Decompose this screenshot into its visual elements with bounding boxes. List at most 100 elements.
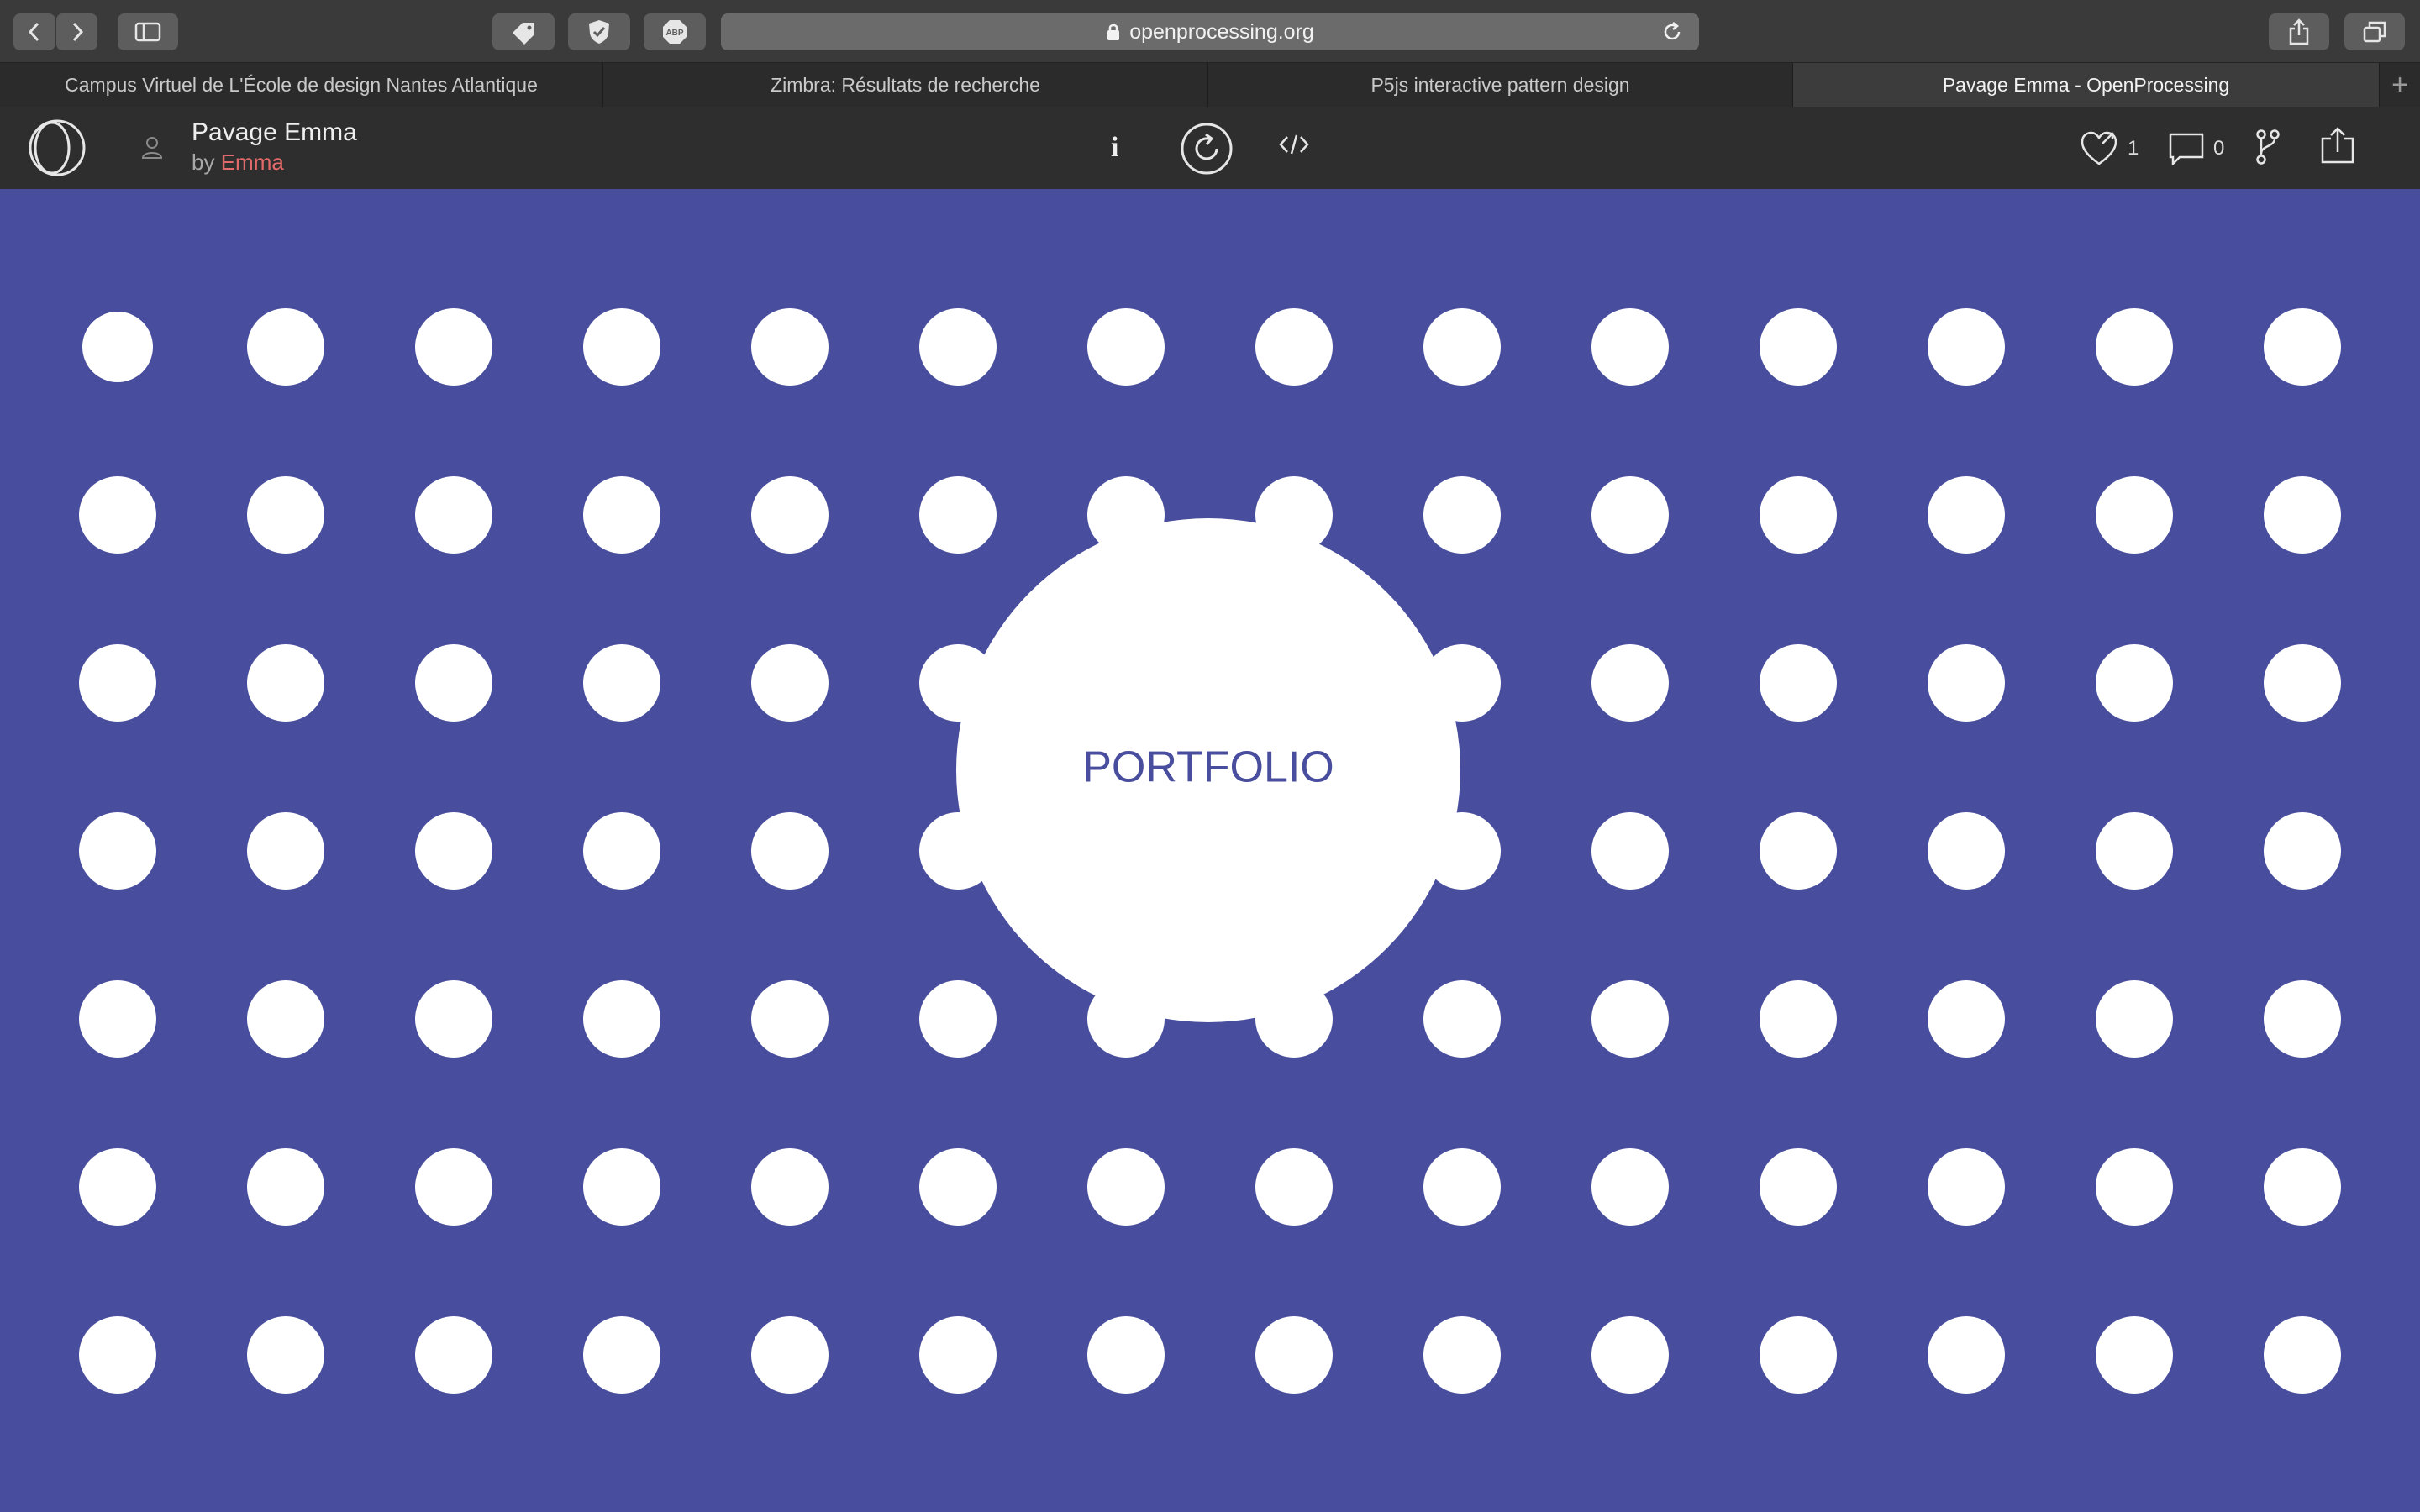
like-button[interactable]: 1 <box>2079 130 2139 167</box>
tab-overview-button[interactable] <box>2344 13 2405 50</box>
pattern-dot <box>79 476 156 554</box>
author-link[interactable]: Emma <box>221 150 284 175</box>
pattern-dot <box>1423 308 1501 386</box>
pattern-dot <box>1591 980 1669 1058</box>
tab-pavage-emma[interactable]: Pavage Emma - OpenProcessing <box>1793 63 2380 107</box>
tab-zimbra[interactable]: Zimbra: Résultats de recherche <box>603 63 1208 107</box>
chevron-left-icon <box>28 22 39 42</box>
comment-count: 0 <box>2213 137 2225 160</box>
tab-p5js-pattern[interactable]: P5js interactive pattern design <box>1208 63 1793 107</box>
pattern-dot <box>1591 812 1669 890</box>
pattern-dot <box>415 1148 492 1226</box>
address-bar[interactable]: openprocessing.org <box>721 13 1699 50</box>
pattern-dot <box>2096 980 2173 1058</box>
pattern-dot <box>1423 1316 1501 1394</box>
restart-icon <box>1181 123 1233 175</box>
pattern-dot <box>1423 980 1501 1058</box>
fork-icon <box>2256 129 2280 165</box>
reload-icon[interactable] <box>1660 20 1684 50</box>
pattern-dot <box>1928 1316 2005 1394</box>
pattern-dot <box>79 1316 156 1394</box>
pattern-dot <box>1760 644 1837 722</box>
pattern-dot <box>247 644 324 722</box>
url-text: openprocessing.org <box>1129 19 1314 44</box>
sidebar-icon <box>134 22 161 42</box>
share-browser-button[interactable] <box>2269 13 2329 50</box>
lock-icon <box>1106 23 1121 41</box>
restart-button[interactable] <box>1180 122 1234 180</box>
svg-text:ABP: ABP <box>666 29 683 38</box>
pattern-dot <box>751 980 829 1058</box>
shield-check-icon <box>589 20 609 44</box>
pattern-dot <box>2264 1316 2341 1394</box>
tabs-icon <box>2363 21 2386 43</box>
pattern-dot <box>1760 476 1837 554</box>
pattern-dot <box>751 476 829 554</box>
tab-label: Campus Virtuel de L'École de design Nant… <box>65 73 538 96</box>
share-icon <box>2321 127 2354 164</box>
openprocessing-logo-icon <box>29 119 86 176</box>
pattern-dot <box>583 644 660 722</box>
comment-button[interactable]: 0 <box>2168 132 2224 165</box>
back-button[interactable] <box>13 13 55 50</box>
pattern-dot <box>1423 1148 1501 1226</box>
tab-campus-virtuel[interactable]: Campus Virtuel de L'École de design Nant… <box>0 63 603 107</box>
pattern-dot <box>751 308 829 386</box>
pattern-dot <box>247 308 324 386</box>
pattern-dot <box>1928 644 2005 722</box>
sketch-header: Pavage Emma by Emma i 1 0 <box>0 107 2420 189</box>
code-button[interactable] <box>1277 132 1311 161</box>
portfolio-label[interactable]: PORTFOLIO <box>1082 743 1334 792</box>
sidebar-button[interactable] <box>118 13 178 50</box>
like-count: 1 <box>2128 137 2139 160</box>
sketch-byline: by Emma <box>192 150 284 176</box>
sketch-canvas[interactable]: PORTFOLIO <box>0 189 2420 1512</box>
tab-label: Pavage Emma - OpenProcessing <box>1942 73 2230 96</box>
pattern-dot <box>751 644 829 722</box>
openprocessing-logo[interactable] <box>25 118 89 181</box>
adblock-button[interactable]: ABP <box>644 13 706 50</box>
code-icon <box>1279 134 1309 155</box>
pattern-dot <box>1591 1148 1669 1226</box>
adblock-icon: ABP <box>663 20 687 44</box>
pattern-dot <box>79 1148 156 1226</box>
shield-extension-button[interactable] <box>568 13 630 50</box>
pattern-dot <box>1928 1148 2005 1226</box>
pattern-dot <box>919 476 997 554</box>
heart-icon <box>2081 131 2118 165</box>
pattern-dot <box>1760 1148 1837 1226</box>
by-label: by <box>192 150 215 175</box>
pattern-dot <box>2264 812 2341 890</box>
forward-button[interactable] <box>55 13 97 50</box>
chevron-right-icon <box>72 22 83 42</box>
pattern-dot <box>415 644 492 722</box>
pattern-dot <box>247 1148 324 1226</box>
bookmark-tag-button[interactable] <box>492 13 555 50</box>
pattern-dot <box>919 1148 997 1226</box>
pattern-dot <box>1928 308 2005 386</box>
pattern-dot <box>2264 980 2341 1058</box>
pattern-dot <box>79 812 156 890</box>
pattern-dot <box>1928 980 2005 1058</box>
pattern-dot <box>82 312 153 382</box>
pattern-dot <box>1591 476 1669 554</box>
pattern-dot <box>583 308 660 386</box>
pattern-dot <box>1760 980 1837 1058</box>
pattern-dot <box>1928 476 2005 554</box>
pattern-dot <box>79 980 156 1058</box>
new-tab-button[interactable]: + <box>2380 63 2420 107</box>
share-icon <box>2289 18 2309 45</box>
info-icon: i <box>1111 132 1119 163</box>
browser-toolbar: ABP openprocessing.org <box>0 0 2420 63</box>
fork-button[interactable] <box>2255 129 2281 170</box>
pattern-dot <box>2264 644 2341 722</box>
pattern-dot <box>415 476 492 554</box>
pattern-dot <box>583 1148 660 1226</box>
pattern-dot <box>1591 644 1669 722</box>
pattern-dot <box>247 812 324 890</box>
info-button[interactable]: i <box>1111 132 1118 164</box>
pattern-dot <box>415 812 492 890</box>
tag-icon <box>513 23 534 45</box>
user-icon <box>139 134 165 165</box>
share-button[interactable] <box>2319 127 2356 170</box>
